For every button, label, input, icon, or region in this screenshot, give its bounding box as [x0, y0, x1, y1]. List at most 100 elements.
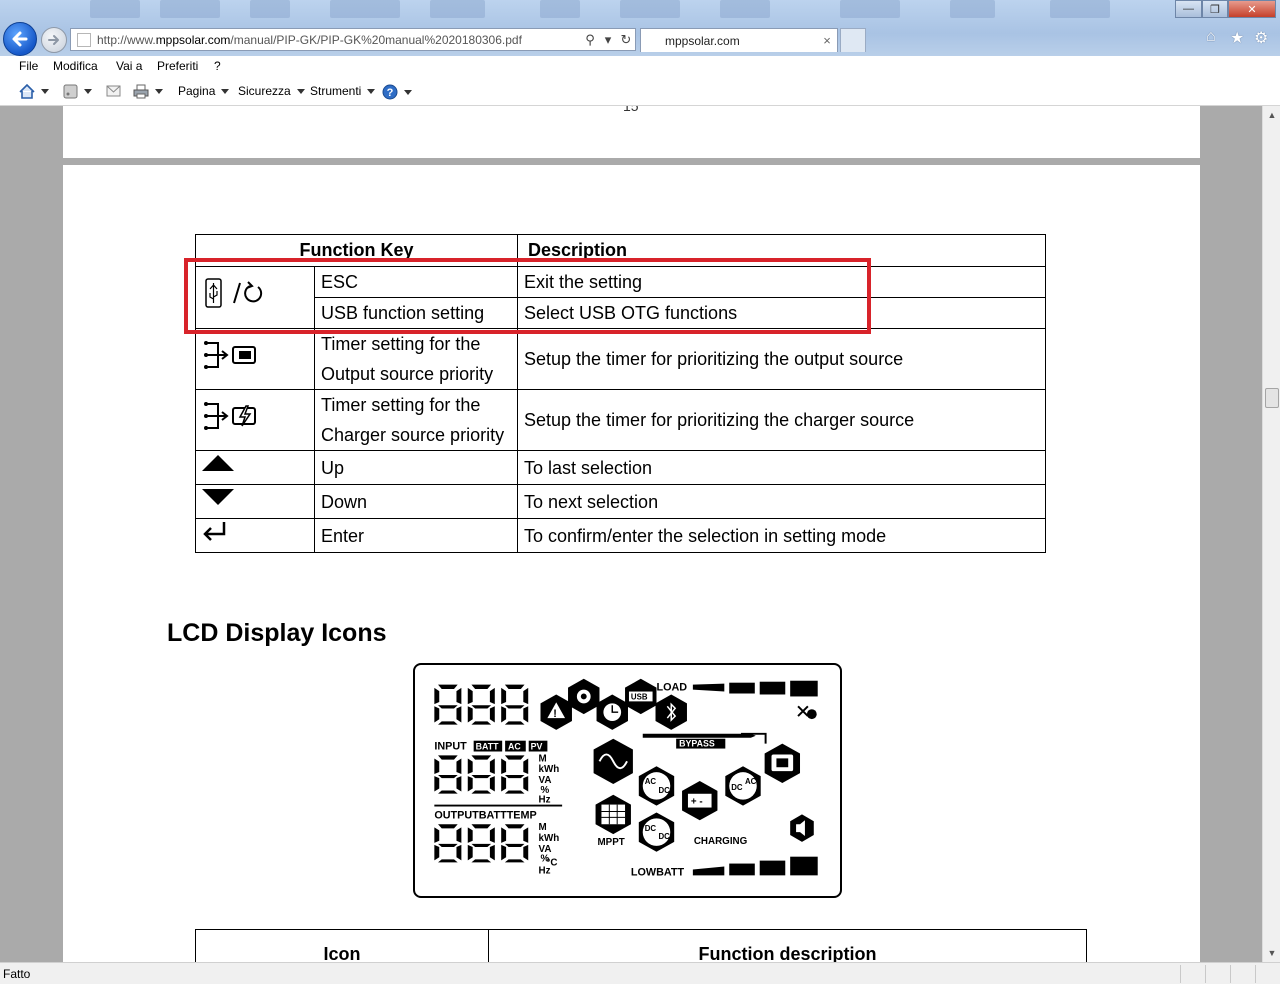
- svg-text:DC: DC: [731, 783, 743, 792]
- mail-icon: [106, 85, 121, 97]
- new-tab-button[interactable]: [840, 28, 866, 52]
- forward-button[interactable]: [41, 27, 67, 53]
- close-window-button[interactable]: ✕: [1228, 0, 1276, 18]
- search-icon[interactable]: ⚲: [581, 32, 599, 48]
- svg-text:?: ?: [387, 87, 394, 99]
- red-highlight-box: [184, 258, 871, 334]
- menu-help[interactable]: ?: [214, 59, 221, 73]
- desc-timer-output: Setup the timer for prioritizing the out…: [517, 328, 1046, 390]
- lcd-batt-label: BATT: [476, 742, 499, 752]
- tab-title: mppsolar.com: [665, 33, 740, 48]
- page-menu-button[interactable]: Pagina: [178, 84, 230, 98]
- command-bar: Pagina Sicurezza Strumenti ?: [0, 78, 1280, 106]
- timer-output-icon: [195, 328, 315, 390]
- scroll-down-icon[interactable]: ▼: [1263, 944, 1280, 962]
- back-button[interactable]: [3, 22, 37, 56]
- lcd-pv-label: PV: [531, 742, 543, 752]
- icon-description-table: Icon Function description: [195, 929, 1087, 962]
- pdf-page-previous: 15: [63, 106, 1200, 158]
- svg-text:Hz: Hz: [539, 865, 551, 876]
- page-icon: [77, 32, 91, 47]
- print-icon: [133, 84, 149, 99]
- timer-charger-icon: [195, 389, 315, 451]
- menu-modifica[interactable]: Modifica: [53, 59, 98, 73]
- feeds-button[interactable]: [63, 84, 92, 99]
- settings-gear-icon[interactable]: ⚙: [1254, 28, 1268, 48]
- desc-up: To last selection: [517, 450, 1046, 485]
- page-number: 15: [623, 106, 639, 114]
- svg-text:M: M: [539, 753, 547, 764]
- forward-arrow-icon: [48, 35, 59, 45]
- table-row: Up To last selection: [195, 450, 1046, 485]
- menu-preferiti[interactable]: Preferiti: [157, 59, 198, 73]
- lcd-mppt-label: MPPT: [598, 837, 625, 848]
- back-arrow-icon: [12, 31, 28, 47]
- lcd-load-label: LOAD: [656, 682, 687, 694]
- svg-text:!: !: [553, 708, 557, 720]
- svg-text:DC: DC: [658, 832, 670, 841]
- tab-close-icon[interactable]: ×: [817, 33, 837, 48]
- home-command-button[interactable]: [19, 84, 49, 99]
- header-function-description: Function description: [488, 929, 1087, 962]
- status-bar: Fatto: [0, 962, 1280, 984]
- svg-text:OUTPUTBATTTEMP: OUTPUTBATTTEMP: [434, 809, 536, 821]
- lcd-ac-label: AC: [508, 742, 521, 752]
- svg-text:AC: AC: [745, 777, 757, 786]
- menu-vai-a[interactable]: Vai a: [116, 59, 142, 73]
- table-row: Down To next selection: [195, 484, 1046, 519]
- menu-file[interactable]: File: [19, 59, 38, 73]
- svg-text:DC: DC: [645, 824, 657, 833]
- browser-titlebar: — ❐ ✕ http://www.mppsolar.com/manual/PIP…: [0, 0, 1280, 56]
- scroll-up-icon[interactable]: ▲: [1263, 106, 1280, 124]
- help-icon: ?: [382, 84, 398, 100]
- up-arrow-icon: [195, 450, 315, 485]
- key-enter: Enter: [314, 518, 518, 553]
- desc-down: To next selection: [517, 484, 1046, 519]
- print-button[interactable]: [133, 84, 163, 99]
- desc-timer-charger: Setup the timer for prioritizing the cha…: [517, 389, 1046, 451]
- maximize-button[interactable]: ❐: [1202, 0, 1228, 18]
- address-bar[interactable]: http://www.mppsolar.com/manual/PIP-GK/PI…: [70, 28, 636, 51]
- svg-text:kWh: kWh: [539, 764, 560, 775]
- home-icon[interactable]: ⌂: [1206, 28, 1216, 46]
- scroll-thumb[interactable]: [1265, 388, 1279, 408]
- lcd-bypass-label: BYPASS: [679, 739, 715, 749]
- svg-text:Hz: Hz: [539, 795, 551, 806]
- tools-menu-button[interactable]: Strumenti: [310, 84, 376, 98]
- url-text[interactable]: http://www.mppsolar.com/manual/PIP-GK/PI…: [97, 33, 581, 47]
- security-menu-button[interactable]: Sicurezza: [238, 84, 305, 98]
- table-row: Timer setting for the Output source prior…: [195, 328, 1046, 390]
- desc-enter: To confirm/enter the selection in settin…: [517, 518, 1046, 553]
- svg-text:M: M: [539, 822, 547, 833]
- rss-feed-icon: [63, 84, 78, 99]
- lcd-input-label: INPUT: [434, 741, 467, 753]
- lcd-lowbatt-label: LOWBATT: [631, 866, 685, 878]
- key-timer-charger: Timer setting for the Charger source prio…: [314, 389, 518, 451]
- minimize-button[interactable]: —: [1175, 0, 1202, 18]
- lcd-display-diagram: INPUT BATT AC PV M kWh VA % Hz OUTPUTBAT…: [413, 663, 842, 898]
- down-arrow-icon: [195, 484, 315, 519]
- svg-text:DC: DC: [658, 786, 670, 795]
- help-menu-button[interactable]: ?: [382, 84, 412, 100]
- menu-bar: File Modifica Vai a Preferiti ?: [0, 56, 1280, 78]
- pdf-page-current: Function Key Description ESC Exit the se…: [63, 165, 1200, 962]
- refresh-icon[interactable]: ↻: [617, 32, 635, 48]
- lcd-usb-label: USB: [631, 692, 648, 701]
- header-icon: Icon: [195, 929, 489, 962]
- lcd-section-title: LCD Display Icons: [167, 619, 387, 647]
- svg-text:AC: AC: [645, 777, 657, 786]
- svg-text:+ -: + -: [691, 797, 703, 808]
- pdf-viewport[interactable]: 15 Function Key Description ESC Exit the…: [0, 106, 1262, 962]
- browser-tab[interactable]: mppsolar.com ×: [640, 28, 838, 52]
- vertical-scrollbar[interactable]: ▲ ▼: [1262, 106, 1280, 962]
- table-row: Enter To confirm/enter the selection in …: [195, 518, 1046, 553]
- enter-icon: [195, 518, 315, 553]
- table-row: Timer setting for the Charger source prio…: [195, 389, 1046, 451]
- key-down: Down: [314, 484, 518, 519]
- favorites-star-icon[interactable]: ★: [1230, 28, 1244, 48]
- home-icon: [19, 84, 35, 99]
- dropdown-icon[interactable]: ▾: [599, 32, 617, 48]
- lcd-charging-label: CHARGING: [694, 836, 748, 847]
- svg-text:kWh: kWh: [539, 833, 560, 844]
- mail-button[interactable]: [106, 84, 121, 97]
